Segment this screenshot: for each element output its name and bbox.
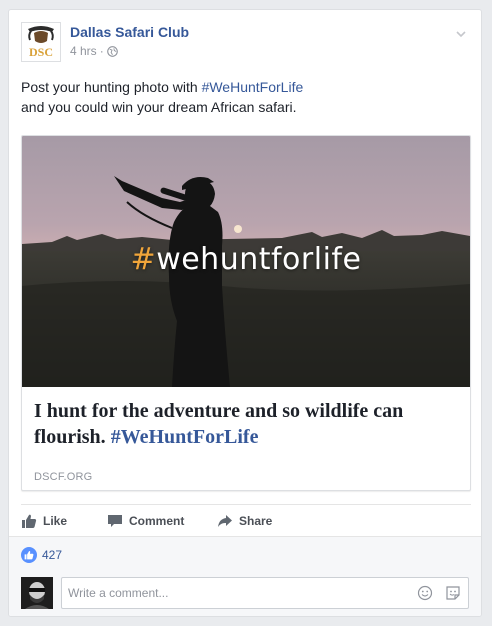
link-preview[interactable]: #wehuntforlife I hunt for the adventure … (21, 135, 471, 491)
share-label: Share (239, 514, 273, 528)
post-card: DSC Dallas Safari Club 4 hrs · Post your… (8, 9, 482, 617)
reaction-count: 427 (42, 548, 63, 562)
post-header: DSC Dallas Safari Club 4 hrs · (21, 22, 469, 66)
photo-overlay-hashtag: #wehuntforlife (22, 242, 470, 277)
overlay-hash-word: wehuntforlife (156, 242, 362, 277)
comment-input[interactable] (62, 578, 408, 608)
commenter-avatar[interactable] (21, 577, 53, 609)
post-actions: Like Comment Share (21, 504, 471, 536)
avatar-logo-text: DSC (29, 45, 53, 59)
post-text-rest: and you could win your dream African saf… (21, 99, 297, 115)
globe-icon[interactable] (106, 45, 118, 57)
post-meta: 4 hrs · (70, 44, 118, 58)
post-hashtag-link[interactable]: #WeHuntForLife (202, 79, 304, 95)
post-footer: 427 (9, 536, 481, 616)
chevron-down-icon[interactable] (455, 28, 467, 40)
post-timestamp[interactable]: 4 hrs (70, 44, 97, 58)
overlay-hash-symbol: # (130, 242, 157, 277)
like-label: Like (43, 514, 68, 528)
comment-label: Comment (129, 514, 185, 528)
page-avatar[interactable]: DSC (21, 22, 61, 62)
comment-button[interactable]: Comment (107, 513, 184, 529)
like-icon (22, 514, 37, 528)
like-reaction-icon (21, 547, 37, 563)
meta-separator: · (99, 44, 104, 58)
share-icon (218, 515, 232, 527)
emoji-icon[interactable] (417, 585, 433, 601)
like-button[interactable]: Like (21, 513, 67, 529)
comment-icon (108, 515, 122, 527)
preview-headline[interactable]: I hunt for the adventure and so wildlife… (34, 398, 458, 450)
post-body: Post your hunting photo with #WeHuntForL… (21, 77, 469, 117)
post-text-intro: Post your hunting photo with (21, 79, 202, 95)
preview-domain: DSCF.ORG (34, 471, 93, 483)
share-button[interactable]: Share (217, 513, 272, 529)
sticker-icon[interactable] (445, 585, 461, 601)
reaction-summary[interactable]: 427 (21, 547, 62, 563)
dsc-logo: DSC (22, 23, 60, 61)
page-name-link[interactable]: Dallas Safari Club (70, 24, 189, 40)
preview-headline-hashtag[interactable]: #WeHuntForLife (111, 426, 259, 448)
comment-box (61, 577, 469, 609)
